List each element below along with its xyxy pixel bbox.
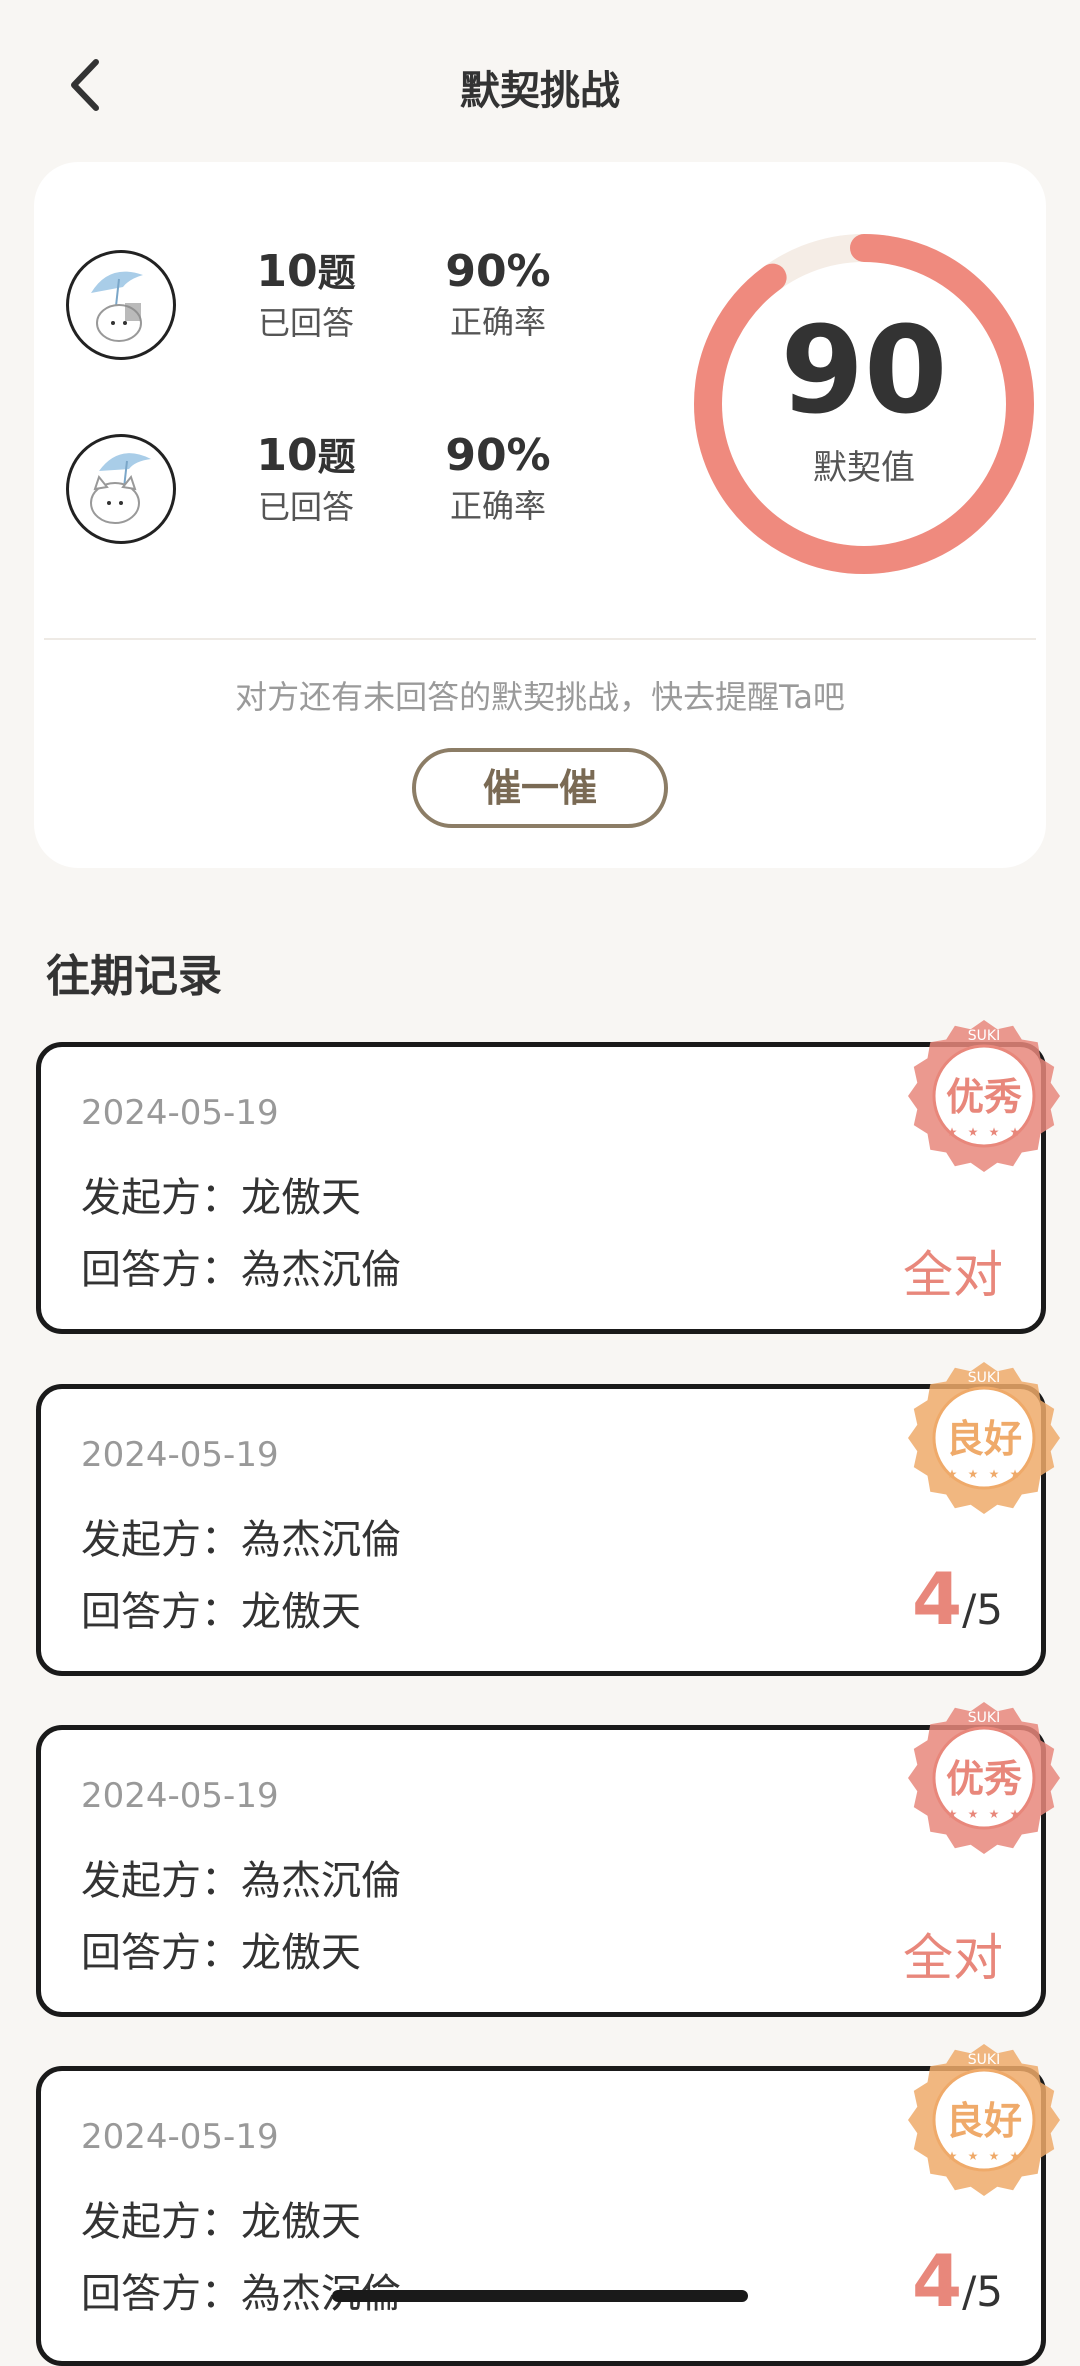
stamp-star-icon: ★ xyxy=(947,1467,958,1481)
nav-bar: 默契挑战 xyxy=(0,0,1080,170)
user2-accuracy: 90% 正确率 xyxy=(445,430,551,525)
record-responder: 回答方：龙傲天 xyxy=(81,1930,361,1976)
record-initiator: 发起方：為杰沉倫 xyxy=(81,1517,401,1563)
home-indicator xyxy=(332,2290,748,2302)
record-date: 2024-05-19 xyxy=(81,1776,279,1816)
record-date: 2024-05-19 xyxy=(81,1093,279,1133)
record-initiator: 发起方：龙傲天 xyxy=(81,2199,361,2245)
stamp-arc-text: SUKI xyxy=(968,2052,1000,2068)
stamp-arc-text: SUKI xyxy=(968,1028,1000,1044)
record-card[interactable]: 2024-05-19 发起方：為杰沉倫 回答方：龙傲天 全对 xyxy=(36,1725,1046,2017)
reminder-text: 对方还有未回答的默契挑战，快去提醒Ta吧 xyxy=(235,678,845,716)
score-value: 90 xyxy=(780,302,948,441)
stamp-arc-text: SUKI xyxy=(968,1370,1000,1386)
record-card[interactable]: 2024-05-19 发起方：龙傲天 回答方：為杰沉倫 4/5 xyxy=(36,2066,1046,2366)
user-avatar-1[interactable] xyxy=(66,250,176,360)
stamp-star-icon: ★ xyxy=(989,1807,1000,1821)
record-result: 全对 xyxy=(903,1246,1003,1304)
stamp-star-icon: ★ xyxy=(968,2149,979,2163)
stamp-star-icon: ★ xyxy=(989,1125,1000,1139)
score-label: 默契值 xyxy=(813,448,915,488)
record-card[interactable]: 2024-05-19 发起方：龙傲天 回答方：為杰沉倫 全对 xyxy=(36,1042,1046,1334)
stamp-text: 良好 xyxy=(946,2099,1022,2143)
record-responder: 回答方：龙傲天 xyxy=(81,1589,361,1635)
stamp-star-icon: ★ xyxy=(947,1807,958,1821)
record-score: 4/5 xyxy=(912,2239,1003,2323)
summary-card: 10题 已回答 90% 正确率 10题 已回答 90% 正确率 90 默契值 对… xyxy=(34,162,1046,868)
stamp-star-icon: ★ xyxy=(947,2149,958,2163)
stamp-star-icon: ★ xyxy=(1010,1467,1021,1481)
stamp-excellent-icon: SUKI 优秀 ★ ★ ★ ★ xyxy=(908,1702,1060,1854)
page-title: 默契挑战 xyxy=(460,68,620,114)
stamp-text: 优秀 xyxy=(946,1075,1022,1119)
stamp-excellent-icon: SUKI 优秀 ★ ★ ★ ★ xyxy=(908,1020,1060,1172)
stamp-arc-text: SUKI xyxy=(968,1710,1000,1726)
stamp-star-icon: ★ xyxy=(989,2149,1000,2163)
stamp-star-icon: ★ xyxy=(968,1467,979,1481)
stamp-star-icon: ★ xyxy=(989,1467,1000,1481)
record-result: 全对 xyxy=(903,1929,1003,1987)
record-initiator: 发起方：龙傲天 xyxy=(81,1175,361,1221)
divider xyxy=(44,638,1036,640)
record-score: 4/5 xyxy=(912,1557,1003,1641)
stamp-text: 良好 xyxy=(946,1417,1022,1461)
record-date: 2024-05-19 xyxy=(81,1435,279,1475)
record-date: 2024-05-19 xyxy=(81,2117,279,2157)
history-title: 往期记录 xyxy=(46,951,222,1002)
record-card[interactable]: 2024-05-19 发起方：為杰沉倫 回答方：龙傲天 4/5 xyxy=(36,1384,1046,1676)
stamp-star-icon: ★ xyxy=(968,1807,979,1821)
user1-answered: 10题 已回答 xyxy=(256,246,356,342)
record-initiator: 发起方：為杰沉倫 xyxy=(81,1858,401,1904)
stamp-star-icon: ★ xyxy=(1010,1807,1021,1821)
stamp-star-icon: ★ xyxy=(968,1125,979,1139)
record-responder: 回答方：為杰沉倫 xyxy=(81,1247,401,1293)
stamp-text: 优秀 xyxy=(946,1757,1022,1801)
stamp-good-icon: SUKI 良好 ★ ★ ★ ★ xyxy=(908,2044,1060,2196)
nudge-button[interactable]: 催一催 xyxy=(412,748,668,828)
user1-accuracy: 90% 正确率 xyxy=(445,246,551,341)
stamp-star-icon: ★ xyxy=(1010,1125,1021,1139)
user-avatar-2[interactable] xyxy=(66,434,176,544)
stamp-star-icon: ★ xyxy=(1010,2149,1021,2163)
stamp-good-icon: SUKI 良好 ★ ★ ★ ★ xyxy=(908,1362,1060,1514)
stamp-star-icon: ★ xyxy=(947,1125,958,1139)
user2-answered: 10题 已回答 xyxy=(256,430,356,526)
